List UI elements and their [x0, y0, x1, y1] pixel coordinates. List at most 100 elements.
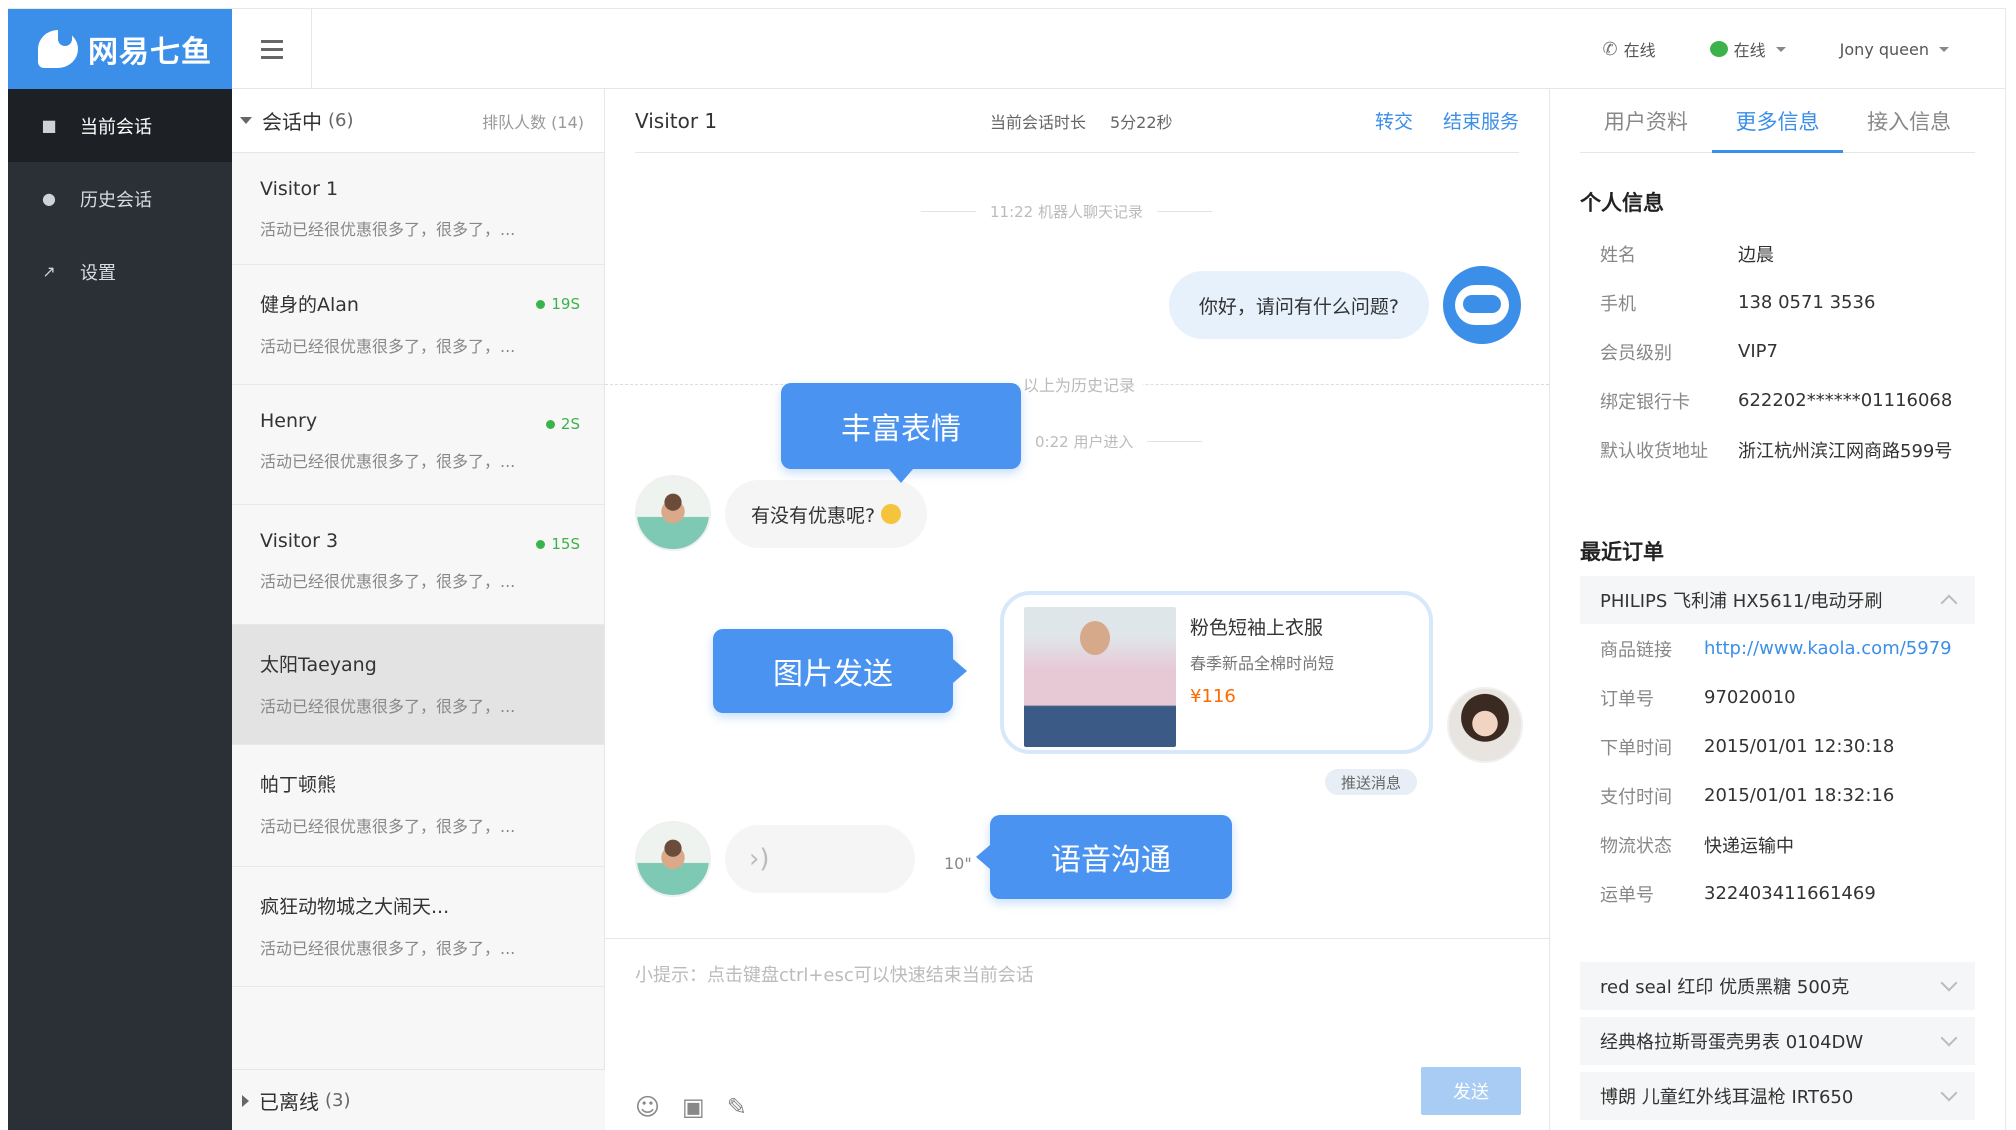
caret-down-icon [1939, 46, 1949, 52]
chat-header: Visitor 1 当前会话时长 5分22秒 转交 结束服务 [635, 89, 1519, 153]
order-header-collapsed[interactable]: 博朗 儿童红外线耳温枪 IRT650 [1580, 1072, 1975, 1120]
session-item[interactable]: 帕丁顿熊 活动已经很优惠很多了，很多了，... [232, 745, 604, 867]
active-sessions-header[interactable]: 会话中 (6) 排队人数 (14) [232, 89, 604, 153]
online-dot-icon [536, 299, 546, 309]
chevron-down-icon [1940, 1084, 1958, 1102]
callout-emoji: 丰富表情 [781, 383, 1021, 483]
robot-message-text: 你好，请问有什么问题? [1198, 295, 1399, 318]
voice-message[interactable]: ›) [725, 825, 915, 893]
session-item[interactable]: 健身的Alan 活动已经很优惠很多了，很多了，... 19S [232, 265, 604, 385]
product-title: 粉色短袖上衣服 [1190, 617, 1324, 639]
field-value: 322403411661469 [1704, 883, 1876, 904]
field-label: 物流状态 [1600, 835, 1672, 857]
session-preview: 活动已经很优惠很多了，很多了，... [260, 697, 516, 716]
order-title: red seal 红印 优质黑糖 500克 [1600, 977, 1850, 998]
logo[interactable]: 网易七鱼 [8, 9, 232, 89]
user-menu[interactable]: Jony queen [1840, 40, 1949, 59]
smiley-emoji-icon [881, 504, 902, 524]
quick-reply-icon[interactable]: ✎ [727, 1093, 747, 1121]
phone-status[interactable]: ✆ 在线 [1603, 37, 1656, 61]
callout-image-label: 图片发送 [773, 657, 893, 692]
robot-message-bubble: 你好，请问有什么问题? [1168, 271, 1429, 339]
session-list: 会话中 (6) 排队人数 (14) Visitor 1 活动已经很优惠很多了，很… [232, 89, 605, 1130]
session-item[interactable]: Visitor 1 活动已经很优惠很多了，很多了，... [232, 153, 604, 265]
wait-time-value: 15S [551, 535, 580, 553]
callout-voice: 语音沟通 [976, 815, 1232, 899]
personal-field: 手机 138 0571 3536 [1580, 278, 1975, 327]
field-label: 订单号 [1600, 688, 1654, 710]
session-preview: 活动已经很优惠很多了，很多了，... [260, 939, 516, 958]
field-value: 2015/01/01 18:32:16 [1704, 785, 1895, 806]
agent-avatar [1447, 687, 1523, 763]
product-image [1024, 607, 1176, 747]
history-marker: 以上为历史记录 [1015, 372, 1144, 396]
visitor-message-bubble: 有没有优惠呢? [725, 480, 928, 548]
chat-panel: Visitor 1 当前会话时长 5分22秒 转交 结束服务 11:22 机器人… [605, 89, 1550, 1130]
session-preview: 活动已经很优惠很多了，很多了，... [260, 337, 516, 356]
sidebar-item-label: 当前会话 [80, 116, 152, 138]
field-label: 姓名 [1600, 244, 1636, 266]
chat-bubble-icon [1709, 41, 1728, 57]
callout-emoji-label: 丰富表情 [841, 412, 961, 447]
order-field: 订单号 97020010 [1580, 673, 1975, 722]
sidebar-item-label: 历史会话 [80, 189, 152, 211]
order-field: 运单号 322403411661469 [1580, 869, 1975, 918]
tab-access-info[interactable]: 接入信息 [1843, 89, 1975, 152]
online-dot-icon [536, 539, 546, 549]
end-service-button[interactable]: 结束服务 [1443, 107, 1519, 134]
message-input-area[interactable]: 小提示：点击键盘ctrl+esc可以快速结束当前会话 ☺ ▣ ✎ 发送 [605, 938, 1549, 1130]
field-label: 会员级别 [1600, 342, 1672, 364]
session-name: 健身的Alan [260, 294, 359, 316]
session-preview: 活动已经很优惠很多了，很多了，... [260, 817, 516, 836]
field-value: 622202******01116068 [1738, 390, 1953, 411]
sidebar-item-current-sessions[interactable]: ■ 当前会话 [8, 89, 232, 162]
order-field: 物流状态 快递运输中 [1580, 820, 1975, 869]
visitor-avatar [635, 475, 711, 551]
app-name: 网易七鱼 [88, 35, 212, 70]
field-value: 2015/01/01 12:30:18 [1704, 736, 1895, 757]
caret-down-icon [1775, 46, 1786, 52]
order-header-collapsed[interactable]: red seal 红印 优质黑糖 500克 [1580, 962, 1975, 1010]
field-label: 支付时间 [1600, 786, 1672, 808]
field-label: 商品链接 [1600, 639, 1672, 661]
input-hint: 小提示：点击键盘ctrl+esc可以快速结束当前会话 [635, 965, 1034, 986]
session-item[interactable]: 太阳Taeyang 活动已经很优惠很多了，很多了，... [232, 625, 604, 745]
user-enter-divider: 0:22 用户进入 [1035, 431, 1203, 452]
product-link[interactable]: http://www.kaola.com/5979 [1704, 638, 1952, 659]
field-label: 手机 [1600, 293, 1636, 315]
sidebar-item-label: 设置 [80, 262, 116, 284]
transfer-button[interactable]: 转交 [1375, 107, 1413, 134]
im-status-dropdown[interactable]: 在线 [1709, 37, 1786, 61]
session-item[interactable]: Henry 活动已经很优惠很多了，很多了，... 2S [232, 385, 604, 505]
sidebar-item-history[interactable]: ● 历史会话 [8, 162, 232, 235]
image-upload-icon[interactable]: ▣ [682, 1093, 705, 1121]
personal-field: 会员级别 VIP7 [1580, 327, 1975, 376]
field-value: VIP7 [1738, 341, 1778, 362]
emoji-picker-icon[interactable]: ☺ [635, 1093, 660, 1121]
field-value: 97020010 [1704, 687, 1796, 708]
session-item[interactable]: 疯狂动物城之大闹天... 活动已经很优惠很多了，很多了，... [232, 867, 604, 987]
tab-more-info[interactable]: 更多信息 [1711, 89, 1844, 153]
expand-icon [240, 117, 252, 124]
sidebar-item-settings[interactable]: ↗ 设置 [8, 235, 232, 308]
order-header-collapsed[interactable]: 经典格拉斯哥蛋壳男表 0104DW [1580, 1017, 1975, 1065]
menu-toggle-icon[interactable] [232, 9, 312, 89]
offline-sessions-header[interactable]: 已离线 (3) [232, 1069, 605, 1130]
send-button[interactable]: 发送 [1421, 1067, 1521, 1115]
phone-icon: ✆ [1602, 38, 1618, 60]
order-title: 博朗 儿童红外线耳温枪 IRT650 [1600, 1087, 1854, 1108]
collapse-icon [242, 1094, 249, 1107]
field-label: 绑定银行卡 [1600, 391, 1690, 413]
product-price: ¥116 [1190, 686, 1236, 707]
order-header-expanded[interactable]: PHILIPS 飞利浦 HX5611/电动牙刷 [1580, 576, 1975, 624]
wait-time-value: 19S [551, 295, 580, 313]
robot-record-label: 11:22 机器人聊天记录 [990, 203, 1143, 221]
visitor-avatar [635, 821, 711, 897]
session-item[interactable]: Visitor 3 活动已经很优惠很多了，很多了，... 15S [232, 505, 604, 625]
session-preview: 活动已经很优惠很多了，很多了，... [260, 220, 516, 239]
offline-count: (3) [325, 1090, 351, 1111]
product-card[interactable]: 粉色短袖上衣服 春季新品全棉时尚短 ¥116 [1000, 591, 1433, 754]
tab-user-profile[interactable]: 用户资料 [1580, 89, 1712, 152]
robot-face-icon [1455, 285, 1509, 325]
session-name: Henry [260, 410, 318, 432]
